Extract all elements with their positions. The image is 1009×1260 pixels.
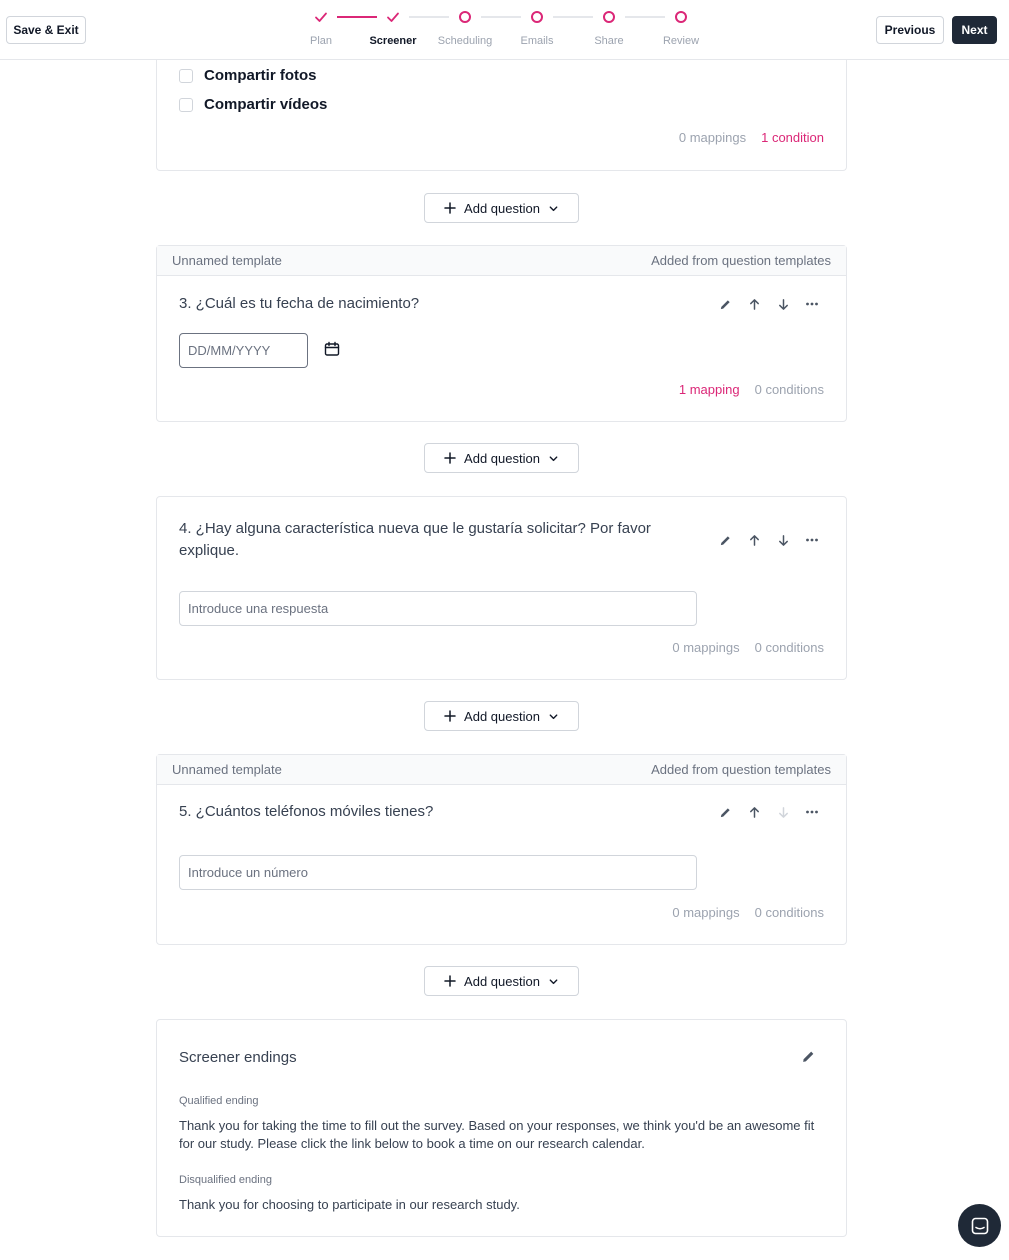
question-title: 3. ¿Cuál es tu fecha de nacimiento?	[179, 295, 420, 312]
step-connector	[625, 16, 665, 18]
number-answer-input[interactable]: Introduce un número	[179, 855, 697, 890]
mappings-link[interactable]: 1 mapping	[679, 382, 740, 397]
option-checkbox[interactable]	[179, 97, 193, 112]
question-title: 5. ¿Cuántos teléfonos móviles tienes?	[179, 803, 434, 820]
calendar-icon[interactable]	[324, 341, 340, 362]
step-connector	[409, 16, 449, 18]
next-button[interactable]: Next	[952, 16, 997, 44]
template-source: Added from question templates	[651, 253, 831, 268]
endings-title: Screener endings	[179, 1049, 297, 1066]
plus-icon	[444, 975, 456, 987]
qualified-ending-text: Thank you for taking the time to fill ou…	[179, 1118, 815, 1151]
conditions-link[interactable]: 0 conditions	[755, 382, 824, 397]
question-toolbar	[715, 530, 822, 550]
option-row[interactable]: Compartir vídeos	[179, 96, 327, 113]
question-meta: 0 mappings 0 conditions	[672, 640, 824, 655]
chat-launcher-button[interactable]	[958, 1204, 1001, 1247]
add-question-button[interactable]: Add question	[424, 443, 579, 473]
arrow-up-icon[interactable]	[744, 294, 764, 314]
option-label: Compartir vídeos	[204, 96, 328, 113]
step-circle-icon	[602, 10, 616, 24]
mappings-link[interactable]: 0 mappings	[672, 905, 739, 920]
add-question-label: Add question	[464, 200, 540, 216]
question-toolbar	[715, 802, 822, 822]
step-scheduling[interactable]: Scheduling	[425, 35, 505, 47]
step-plan[interactable]: Plan	[281, 35, 361, 47]
add-question-button[interactable]: Add question	[424, 193, 579, 223]
previous-button[interactable]: Previous	[876, 16, 944, 44]
option-row[interactable]: Compartir fotos	[179, 67, 317, 84]
more-icon[interactable]	[802, 294, 822, 314]
step-share[interactable]: Share	[569, 35, 649, 47]
step-circle-icon	[674, 10, 688, 24]
mappings-link[interactable]: 0 mappings	[672, 640, 739, 655]
check-icon	[386, 10, 400, 24]
add-question-label: Add question	[464, 973, 540, 989]
template-band: Unnamed template Added from question tem…	[157, 246, 846, 276]
mappings-link[interactable]: 0 mappings	[679, 130, 746, 145]
step-screener[interactable]: Screener	[353, 35, 433, 47]
more-icon[interactable]	[802, 802, 822, 822]
template-name: Unnamed template	[172, 253, 282, 268]
step-circle-icon	[530, 10, 544, 24]
step-connector	[481, 16, 521, 18]
arrow-down-icon[interactable]	[773, 530, 793, 550]
question-title: 4. ¿Hay alguna característica nueva que …	[179, 520, 651, 559]
disqualified-ending-label: Disqualified ending	[179, 1174, 272, 1186]
progress-stepper: Plan Screener Scheduling Emails Share Re…	[0, 0, 1009, 60]
arrow-up-icon[interactable]	[744, 802, 764, 822]
add-question-label: Add question	[464, 450, 540, 466]
chevron-down-icon	[549, 978, 558, 984]
step-emails[interactable]: Emails	[497, 35, 577, 47]
conditions-link[interactable]: 0 conditions	[755, 640, 824, 655]
add-question-button[interactable]: Add question	[424, 701, 579, 731]
question-toolbar	[715, 294, 822, 314]
step-review[interactable]: Review	[641, 35, 721, 47]
arrow-down-icon	[773, 802, 793, 822]
question-card-3: Unnamed template Added from question tem…	[156, 245, 847, 422]
add-question-label: Add question	[464, 708, 540, 724]
conditions-link[interactable]: 1 condition	[761, 130, 824, 145]
arrow-up-icon[interactable]	[744, 530, 764, 550]
arrow-down-icon[interactable]	[773, 294, 793, 314]
screener-endings-card: Screener endings Qualified ending Thank …	[156, 1019, 847, 1237]
date-input[interactable]: DD/MM/YYYY	[179, 333, 308, 368]
add-question-button[interactable]: Add question	[424, 966, 579, 996]
conditions-link[interactable]: 0 conditions	[755, 905, 824, 920]
step-connector	[553, 16, 593, 18]
pencil-icon[interactable]	[801, 1049, 816, 1069]
chevron-down-icon	[549, 455, 558, 461]
pencil-icon[interactable]	[715, 802, 735, 822]
chevron-down-icon	[549, 713, 558, 719]
step-connector	[337, 16, 377, 18]
top-bar: Save & Exit Plan Screener Scheduling Ema…	[0, 0, 1009, 60]
more-icon[interactable]	[802, 530, 822, 550]
plus-icon	[444, 452, 456, 464]
chat-icon	[971, 1217, 988, 1234]
option-checkbox[interactable]	[179, 68, 193, 83]
question-meta: 0 mappings 0 conditions	[672, 905, 824, 920]
template-band: Unnamed template Added from question tem…	[157, 755, 846, 785]
plus-icon	[444, 202, 456, 214]
plus-icon	[444, 710, 456, 722]
qualified-ending-label: Qualified ending	[179, 1095, 259, 1107]
question-card-4: 4. ¿Hay alguna característica nueva que …	[156, 496, 847, 680]
pencil-icon[interactable]	[715, 294, 735, 314]
chevron-down-icon	[549, 205, 558, 211]
pencil-icon[interactable]	[715, 530, 735, 550]
template-name: Unnamed template	[172, 762, 282, 777]
text-answer-input[interactable]: Introduce una respuesta	[179, 591, 697, 626]
step-circle-icon	[458, 10, 472, 24]
option-label: Compartir fotos	[204, 67, 317, 84]
disqualified-ending-text: Thank you for choosing to participate in…	[179, 1197, 520, 1212]
question-meta: 1 mapping 0 conditions	[679, 382, 824, 397]
question-card-5: Unnamed template Added from question tem…	[156, 754, 847, 945]
template-source: Added from question templates	[651, 762, 831, 777]
question-meta: 0 mappings 1 condition	[679, 130, 824, 145]
check-icon	[314, 10, 328, 24]
